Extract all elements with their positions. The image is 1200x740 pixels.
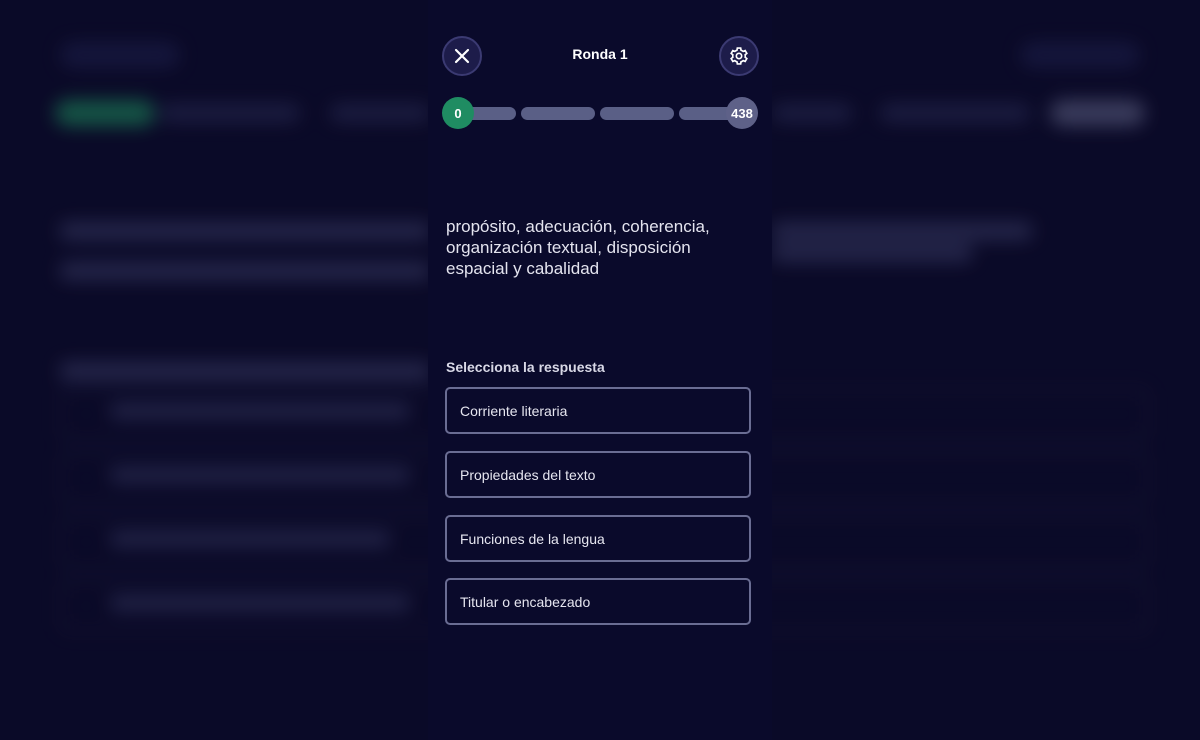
- answer-option-1[interactable]: Corriente literaria: [445, 387, 751, 434]
- answer-option-3[interactable]: Funciones de la lengua: [445, 515, 751, 562]
- answer-option-2[interactable]: Propiedades del texto: [445, 451, 751, 498]
- answer-instruction: Selecciona la respuesta: [446, 359, 605, 375]
- settings-button[interactable]: [719, 36, 759, 76]
- score-progress: 0 438: [442, 97, 758, 129]
- player-score-badge: 0: [442, 97, 474, 129]
- progress-segment: [521, 107, 595, 120]
- progress-segment: [600, 107, 674, 120]
- gear-icon: [730, 47, 748, 65]
- question-text: propósito, adecuación, coherencia, organ…: [446, 217, 710, 278]
- target-score-badge: 438: [726, 97, 758, 129]
- quiz-panel: Ronda 1 0 438 propósito, adecuación, coh…: [428, 0, 772, 740]
- answer-option-4[interactable]: Titular o encabezado: [445, 578, 751, 625]
